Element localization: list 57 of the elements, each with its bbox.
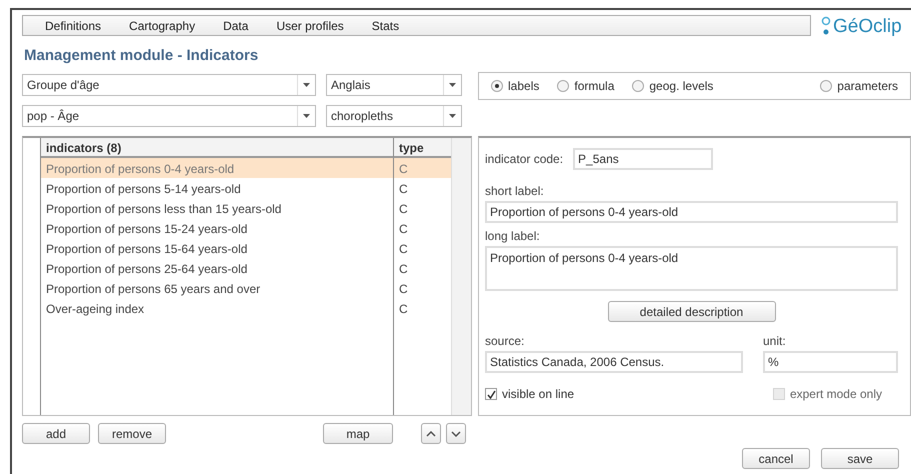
logo: GéOclip [833, 16, 902, 38]
radio-label: geog. levels [649, 79, 714, 93]
dropdown[interactable]: Groupe d'âge [22, 74, 316, 96]
radio-option[interactable]: geog. levels [632, 79, 714, 93]
chevron-up-icon [426, 430, 436, 436]
cancel-button[interactable]: cancel [742, 448, 810, 469]
checkbox[interactable] [485, 388, 497, 400]
menu-item[interactable]: Stats [372, 18, 400, 32]
column-header: type [394, 138, 451, 158]
check-icon [486, 390, 496, 398]
radio-option[interactable]: formula [557, 79, 614, 93]
radio-option[interactable]: labels [491, 79, 540, 93]
move-down-button[interactable] [446, 423, 466, 444]
chevron-down-icon [451, 430, 461, 436]
radio-label: parameters [837, 79, 898, 93]
field-label: unit: [763, 334, 787, 348]
caret-icon [303, 83, 310, 87]
input-field[interactable]: Proportion of persons 0-4 years-old [485, 201, 898, 223]
menu-item[interactable]: User profiles [276, 18, 344, 32]
table-cell[interactable]: C [394, 158, 451, 178]
radio-button[interactable] [491, 80, 503, 92]
table-cell[interactable]: Proportion of persons 0-4 years-old [41, 158, 394, 178]
caret-icon [449, 83, 456, 87]
text-area[interactable]: Proportion of persons 0-4 years-old [485, 246, 898, 291]
page-title: Management module - Indicators [24, 47, 260, 64]
caret-icon [449, 114, 456, 118]
checkbox-label: visible on line [502, 387, 574, 401]
checkbox-option[interactable]: visible on line [485, 387, 574, 401]
dropdown[interactable]: choropleths [326, 105, 462, 127]
remove-button[interactable]: remove [98, 423, 166, 444]
dropdown[interactable]: pop - Âge [22, 105, 316, 127]
input-field[interactable]: P_5ans [573, 148, 714, 170]
detailed-description-button[interactable]: detailed description [608, 301, 776, 322]
column-header: indicators (8) [41, 138, 394, 158]
caret-icon [303, 114, 310, 118]
checkbox-label: expert mode only [790, 387, 882, 401]
save-button[interactable]: save [821, 448, 899, 469]
field-label: source: [485, 334, 526, 348]
radio-button[interactable] [820, 80, 832, 92]
radio-label: labels [508, 79, 540, 93]
field-label: short label: [485, 184, 545, 198]
input-field[interactable]: % [763, 351, 898, 373]
radio-button[interactable] [557, 80, 570, 92]
radio-option[interactable]: parameters [820, 79, 898, 93]
radio-label: formula [574, 79, 614, 93]
radio-button[interactable] [632, 80, 644, 92]
field-label: indicator code: [485, 152, 564, 166]
move-up-button[interactable] [421, 423, 441, 444]
input-field[interactable]: Statistics Canada, 2006 Census. [485, 351, 743, 373]
map-button[interactable]: map [323, 423, 393, 444]
menu-item[interactable]: Cartography [129, 18, 196, 32]
menu-item[interactable]: Data [223, 18, 248, 32]
field-label: long label: [485, 229, 541, 243]
scrollbar[interactable] [451, 138, 471, 415]
dropdown[interactable]: Anglais [326, 74, 462, 96]
add-button[interactable]: add [22, 423, 90, 444]
menu-item[interactable]: Definitions [45, 18, 102, 32]
